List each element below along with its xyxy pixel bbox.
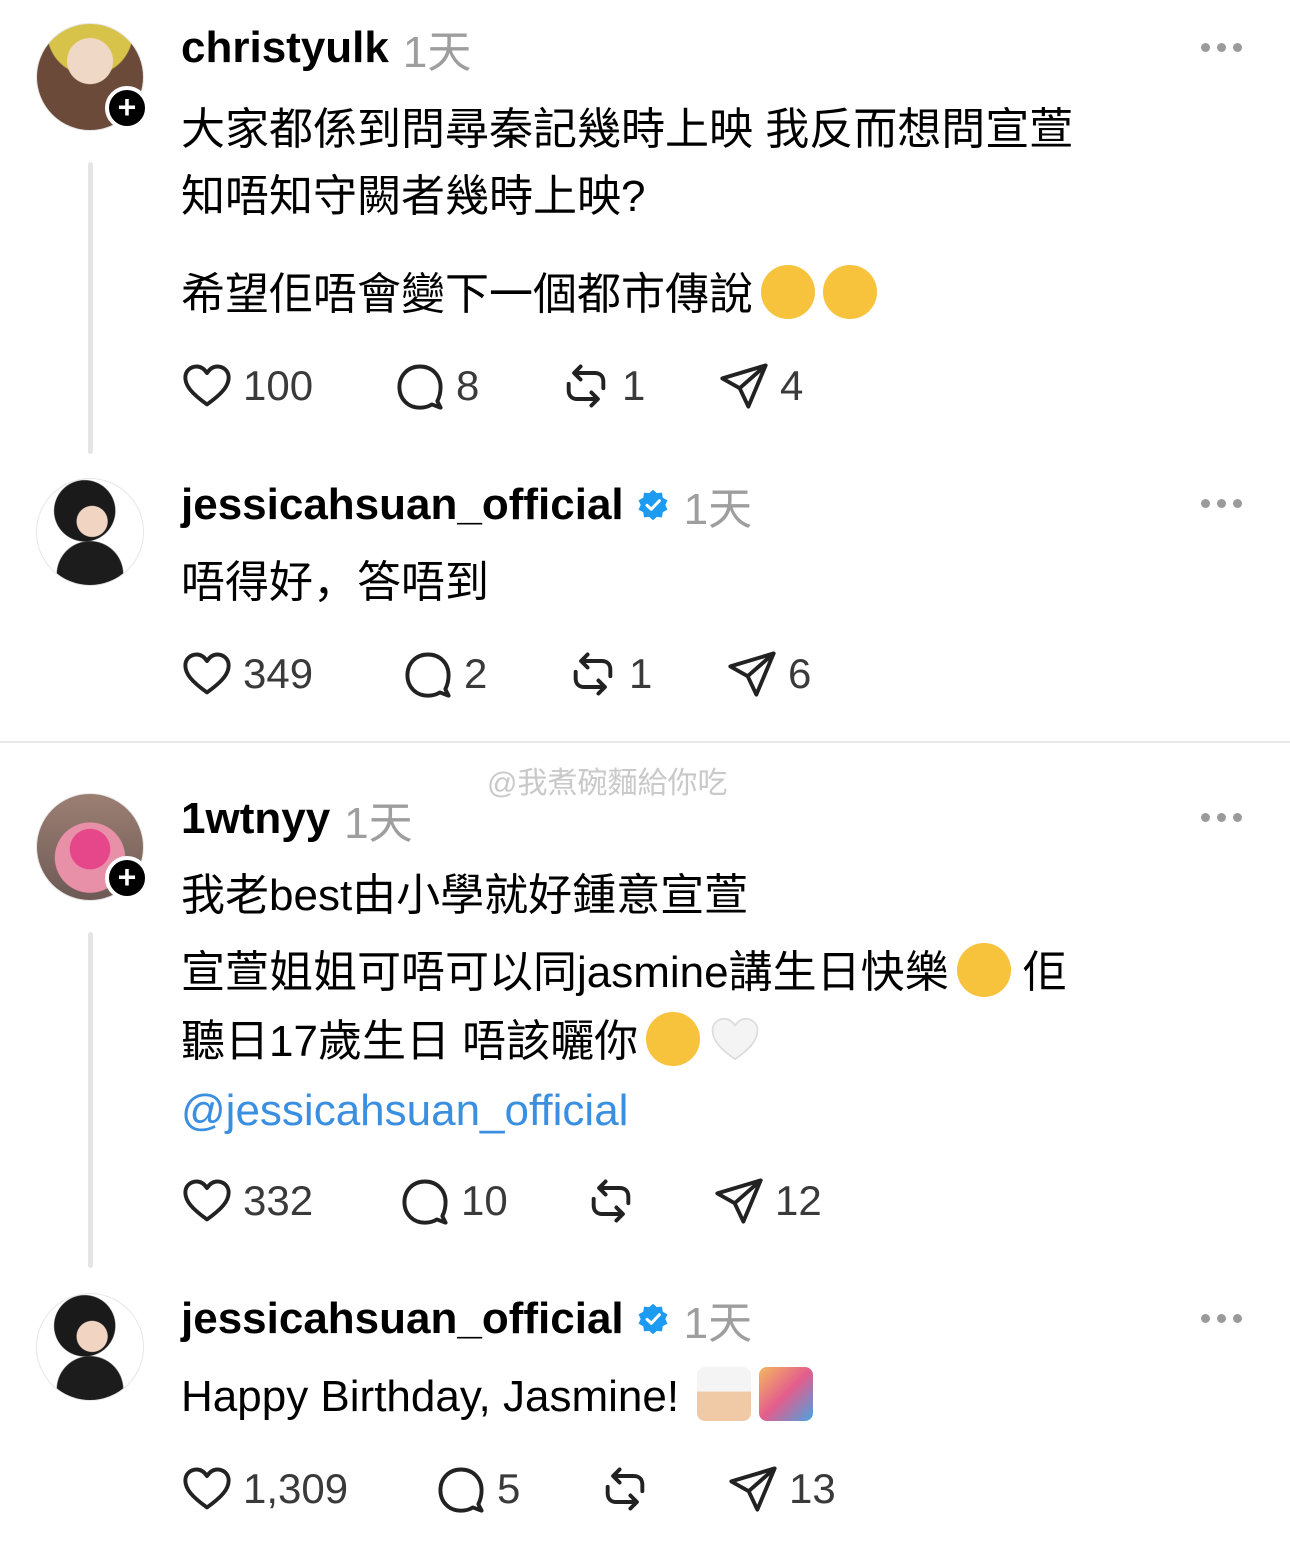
post-text: Happy Birthday, Jasmine! [181,1372,680,1421]
relieved-face-icon [823,265,877,319]
heart-icon [181,360,233,412]
share-count: 4 [780,362,804,409]
post-text-line: 知唔知守闕者幾時上映? [181,172,646,221]
avatar[interactable] [36,1293,144,1401]
thread-line [88,932,93,1268]
post-text-line: 大家都係到問尋秦記幾時上映 我反而想問宣萱 [181,105,1074,154]
share-count: 12 [775,1177,822,1224]
post-text: 希望佢唔會變下一個都市傳說 [181,270,753,319]
like-button[interactable]: 332 [181,1173,313,1229]
follow-plus-icon[interactable]: + [105,86,149,130]
post-header: christyulk 1天 [181,20,471,77]
share-icon [727,1463,779,1515]
repost-icon [560,360,612,412]
repost-count: 1 [629,650,653,697]
timestamp: 1天 [402,28,472,77]
more-options-icon[interactable] [1201,1314,1242,1323]
share-button[interactable]: 4 [718,358,803,414]
watermark: @我煮碗麵給你吃 [487,767,728,800]
post-text-line: Happy Birthday, Jasmine! [181,1362,814,1431]
username[interactable]: jessicahsuan_official [181,480,624,530]
post-text-line: 宣萱姐姐可唔可以同jasmine講生日快樂 佢 [181,938,1067,1007]
repost-count: 1 [622,362,646,409]
comment-count: 2 [464,650,488,697]
share-count: 6 [788,650,812,697]
like-count: 100 [243,362,314,409]
heart-icon [181,1175,233,1227]
post-text-line: 唔得好，答唔到 [181,558,489,607]
comment-button[interactable]: 8 [394,358,479,414]
post-text: 佢 [1010,948,1067,997]
follow-plus-icon[interactable]: + [105,856,149,900]
mention-link[interactable]: @jessicahsuan_official [181,1076,628,1145]
more-options-icon[interactable] [1201,499,1242,508]
comment-count: 5 [497,1465,521,1512]
comment-icon [435,1463,487,1515]
comment-button[interactable]: 2 [402,646,487,702]
username[interactable]: christyulk [181,23,389,73]
comment-icon [402,648,454,700]
thread-divider [0,741,1290,743]
timestamp: 1天 [344,799,413,848]
repost-icon [585,1175,637,1227]
like-count: 332 [243,1177,314,1224]
repost-icon [567,648,619,700]
verified-badge-icon [636,488,670,522]
timestamp: 1天 [683,485,753,534]
white-heart-icon [708,1012,762,1066]
post-header: jessicahsuan_official 1天 [181,477,752,534]
share-button[interactable]: 13 [727,1461,836,1517]
post-text-line: 我老best由小學就好鍾意宣萱 [181,871,749,920]
confetti-ball-icon [759,1367,814,1421]
comment-button[interactable]: 5 [435,1461,520,1517]
share-icon [726,648,778,700]
thread-line [88,162,93,454]
comment-count: 10 [461,1177,508,1224]
post-header: jessicahsuan_official 1天 [181,1291,752,1348]
share-button[interactable]: 12 [713,1173,822,1229]
share-button[interactable]: 6 [726,646,811,702]
crying-face-icon [956,943,1011,997]
crying-face-icon [646,1012,701,1066]
comment-button[interactable]: 10 [399,1173,508,1229]
avatar[interactable] [36,478,144,586]
like-button[interactable]: 100 [181,358,313,414]
comment-icon [399,1175,451,1227]
repost-icon [599,1463,651,1515]
heart-icon [181,1463,233,1515]
comment-count: 8 [456,362,480,409]
like-button[interactable]: 1,309 [181,1461,348,1517]
share-count: 13 [789,1465,836,1512]
post-text-line: 聽日17歲生日 唔該曬你 [181,1007,762,1076]
share-icon [713,1175,765,1227]
relieved-face-icon [761,265,815,319]
username[interactable]: 1wtnyy [181,794,330,844]
more-options-icon[interactable] [1201,813,1242,822]
post-text: 宣萱姐姐可唔可以同jasmine講生日快樂 [181,948,949,997]
more-options-icon[interactable] [1201,43,1242,52]
repost-button[interactable]: 1 [567,646,652,702]
verified-badge-icon [636,1302,670,1336]
repost-button[interactable] [599,1461,661,1517]
heart-icon [181,648,233,700]
repost-button[interactable]: 1 [560,358,645,414]
like-count: 1,309 [243,1465,349,1512]
timestamp: 1天 [683,1299,753,1348]
birthday-cake-icon [697,1367,752,1421]
comment-icon [394,360,446,412]
like-count: 349 [243,650,314,697]
post-text: 聽日17歲生日 唔該曬你 [181,1017,639,1066]
post-text-line: 希望佢唔會變下一個都市傳說 [181,260,877,329]
username[interactable]: jessicahsuan_official [181,1294,624,1344]
repost-button[interactable] [585,1173,647,1229]
like-button[interactable]: 349 [181,646,313,702]
post-header: 1wtnyy 1天 [181,791,413,848]
share-icon [718,360,770,412]
